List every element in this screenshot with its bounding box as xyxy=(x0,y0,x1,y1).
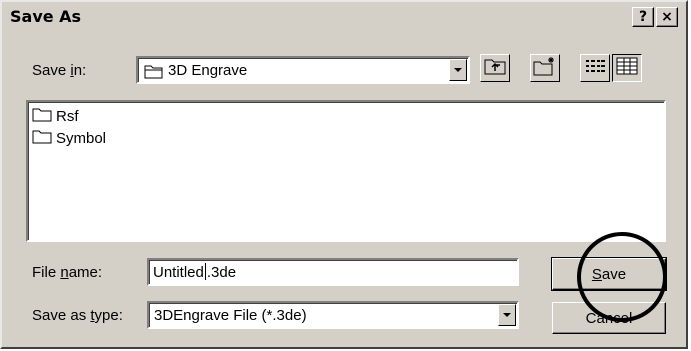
save-as-type-dropdown[interactable]: 3DEngrave File (*.3de) xyxy=(147,301,519,329)
save-button-label: ave xyxy=(601,265,627,283)
list-item-label: Symbol xyxy=(56,129,107,147)
save-as-dialog: Save As ? × Save in: 3D Engrave Rsf Symb… xyxy=(0,0,688,349)
folder-open-icon xyxy=(144,63,164,83)
file-name-label: File name: xyxy=(32,264,103,281)
save-as-type-label: Save as type: xyxy=(32,307,123,324)
details-view-button[interactable] xyxy=(612,54,642,82)
chevron-down-icon[interactable] xyxy=(449,59,467,81)
list-item[interactable]: Rsf xyxy=(32,106,79,126)
file-name-text-after: .3de xyxy=(206,264,237,281)
chevron-down-icon[interactable] xyxy=(498,304,516,326)
close-button[interactable]: × xyxy=(656,7,678,27)
list-view-icon xyxy=(584,57,606,79)
up-one-level-icon xyxy=(484,57,506,79)
new-folder-button[interactable] xyxy=(530,54,560,82)
up-one-level-button[interactable] xyxy=(480,54,510,82)
list-item[interactable]: Symbol xyxy=(32,128,106,148)
file-list[interactable]: Rsf Symbol xyxy=(26,100,666,242)
save-button-accel: S xyxy=(591,265,602,283)
file-name-value: Untitled .3de xyxy=(153,263,236,281)
window-title: Save As xyxy=(10,7,82,26)
details-view-icon xyxy=(616,57,638,79)
title-bar[interactable]: Save As ? × xyxy=(4,4,684,30)
folder-icon xyxy=(32,129,52,148)
cancel-button[interactable]: Cancel xyxy=(552,302,666,334)
text-caret xyxy=(204,263,206,280)
save-in-value: 3D Engrave xyxy=(168,62,248,79)
save-in-dropdown[interactable]: 3D Engrave xyxy=(136,56,470,84)
list-item-label: Rsf xyxy=(56,107,79,125)
list-view-button[interactable] xyxy=(580,54,610,82)
folder-icon xyxy=(32,107,52,126)
save-button[interactable]: Save xyxy=(551,257,667,291)
save-in-label: Save in: xyxy=(32,62,87,79)
file-name-input[interactable]: Untitled .3de xyxy=(147,258,519,286)
save-as-type-value: 3DEngrave File (*.3de) xyxy=(154,307,307,324)
new-folder-icon xyxy=(533,56,557,80)
file-name-text-before: Untitled xyxy=(153,264,204,281)
help-button[interactable]: ? xyxy=(632,7,654,27)
